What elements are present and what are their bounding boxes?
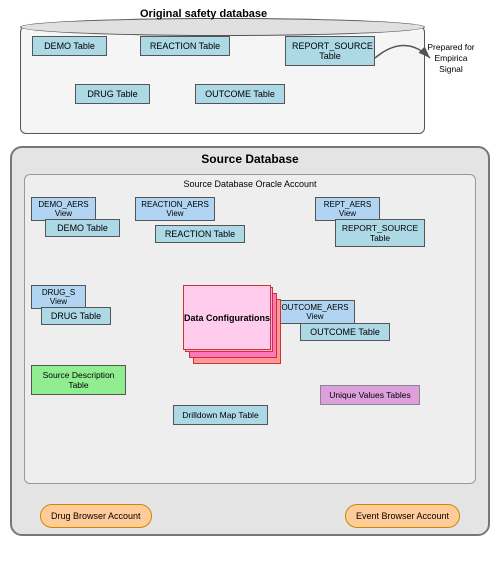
rept-aers-view: REPT_AERS View xyxy=(315,197,380,221)
drug-table-src: DRUG Table xyxy=(41,307,111,325)
source-db-title: Source Database xyxy=(201,152,298,166)
demo-table-src: DEMO Table xyxy=(45,219,120,237)
report-source-table-orig: REPORT_SOURCE Table xyxy=(285,36,375,66)
reaction-table-src: REACTION Table xyxy=(155,225,245,243)
oracle-account-region: Source Database Oracle Account DEMO_AERS… xyxy=(24,174,476,484)
reaction-table-orig: REACTION Table xyxy=(140,36,230,56)
report-source-table-src: REPORT_SOURCE Table xyxy=(335,219,425,247)
data-config-label: Data Configurations xyxy=(184,313,270,323)
reaction-aers-view: REACTION_AERS View xyxy=(135,197,215,221)
demo-aers-view: DEMO_AERS View xyxy=(31,197,96,221)
original-db-top-ellipse xyxy=(20,18,425,36)
drug-table-orig: DRUG Table xyxy=(75,84,150,104)
outcome-aers-view: OUTCOME_AERS View xyxy=(275,300,355,324)
original-db-section: Original safety database DEMO Table REAC… xyxy=(20,8,480,138)
outcome-table-src: OUTCOME Table xyxy=(300,323,390,341)
data-config-stack: Data Configurations xyxy=(183,285,283,365)
oracle-account-label: Source Database Oracle Account xyxy=(183,179,316,189)
drilldown-map-table: Drilldown Map Table xyxy=(173,405,268,425)
event-browser-account[interactable]: Event Browser Account xyxy=(345,504,460,528)
demo-table-orig: DEMO Table xyxy=(32,36,107,56)
outcome-table-orig: OUTCOME Table xyxy=(195,84,285,104)
source-desc-table: Source Description Table xyxy=(31,365,126,395)
prepared-label: Prepared for Empirica Signal xyxy=(422,42,480,75)
original-db-title: Original safety database xyxy=(140,8,267,20)
drug-browser-account[interactable]: Drug Browser Account xyxy=(40,504,152,528)
main-container: Original safety database DEMO Table REAC… xyxy=(0,0,500,572)
unique-values-table: Unique Values Tables xyxy=(320,385,420,405)
source-db-section: Source Database Source Database Oracle A… xyxy=(10,146,490,536)
drug-s-view: DRUG_S View xyxy=(31,285,86,309)
